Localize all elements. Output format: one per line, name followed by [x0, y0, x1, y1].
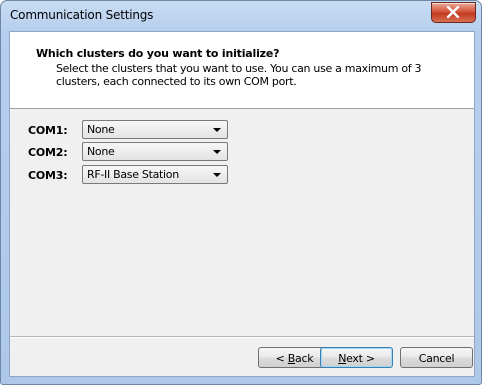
com2-value: None [87, 145, 115, 158]
com1-value: None [87, 123, 115, 136]
header-description: Select the clusters that you want to use… [56, 62, 422, 88]
com3-value: RF-II Base Station [87, 168, 179, 181]
footer-separator [10, 336, 474, 338]
next-rest: ext > [346, 352, 375, 365]
header-title: Which clusters do you want to initialize… [36, 47, 280, 60]
back-mnemonic: B [287, 352, 296, 365]
cancel-button[interactable]: Cancel [400, 347, 473, 368]
close-button[interactable] [431, 2, 476, 23]
wizard-header: Which clusters do you want to initialize… [10, 32, 474, 109]
com2-label: COM2: [28, 146, 68, 159]
back-rest: ack [295, 352, 314, 365]
next-button[interactable]: Next > [320, 347, 393, 368]
close-icon [446, 6, 460, 18]
dialog-content: Which clusters do you want to initialize… [9, 31, 475, 377]
com2-dropdown[interactable]: None [82, 142, 228, 161]
chevron-down-icon [213, 173, 221, 177]
chevron-down-icon [213, 150, 221, 154]
next-mnemonic: N [338, 352, 347, 365]
title-bar[interactable]: Communication Settings [1, 1, 481, 29]
com3-label: COM3: [28, 169, 68, 182]
chevron-down-icon [213, 128, 221, 132]
window-title: Communication Settings [10, 8, 154, 22]
back-prefix: < [275, 352, 288, 365]
com1-dropdown[interactable]: None [82, 120, 228, 139]
dialog-window: Communication Settings Which clusters do… [0, 0, 482, 385]
com3-dropdown[interactable]: RF-II Base Station [82, 165, 228, 184]
com1-label: COM1: [28, 124, 68, 137]
